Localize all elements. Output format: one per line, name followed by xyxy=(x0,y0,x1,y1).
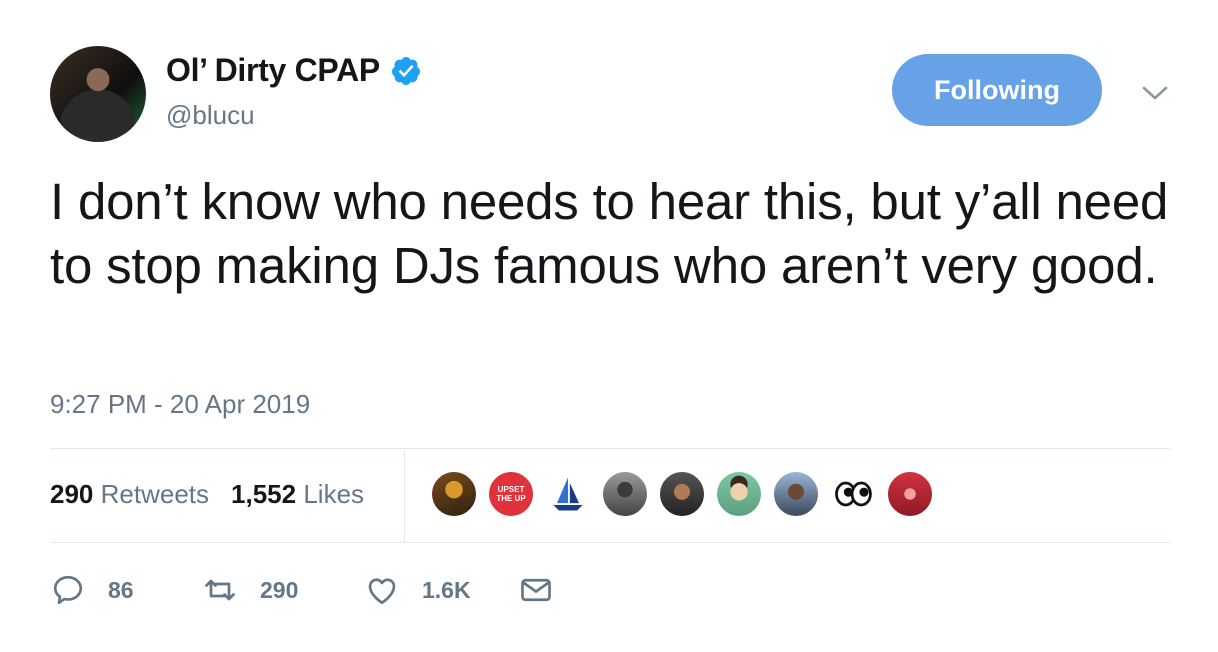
tweet-timestamp[interactable]: 9:27 PM - 20 Apr 2019 xyxy=(50,389,310,420)
retweets-stat[interactable]: 290 Retweets xyxy=(50,479,209,510)
divider-bottom xyxy=(50,542,1170,543)
likes-stat[interactable]: 1,552 Likes xyxy=(231,479,364,510)
tweet-text: I don’t know who needs to hear this, but… xyxy=(50,173,1169,294)
avatar-person-3[interactable] xyxy=(772,470,820,518)
verified-badge-icon xyxy=(391,56,420,85)
like-count: 1.6K xyxy=(422,576,471,603)
liker-avatars: UPSET THE UP xyxy=(430,470,943,518)
avatar-person-2[interactable] xyxy=(658,470,706,518)
tweet-actions: 86 290 1.6K xyxy=(50,570,554,610)
retweet-count: 290 xyxy=(260,576,299,603)
sailboat-icon xyxy=(553,477,583,511)
avatar-upset-the-up-logo[interactable]: UPSET THE UP xyxy=(487,470,535,518)
user-handle[interactable]: @blucu xyxy=(166,100,255,131)
divider-top xyxy=(50,448,1170,449)
envelope-icon xyxy=(521,578,551,602)
avatar-eyes[interactable] xyxy=(829,470,877,518)
name-row: Ol’ Dirty CPAP xyxy=(166,52,422,89)
display-name[interactable]: Ol’ Dirty CPAP xyxy=(166,52,380,89)
avatar-person-1[interactable] xyxy=(601,470,649,518)
upset-logo-text: UPSET THE UP xyxy=(496,485,526,503)
chevron-down-icon[interactable] xyxy=(1140,82,1170,104)
like-button[interactable]: 1.6K xyxy=(364,572,518,608)
likes-label: Likes xyxy=(303,479,365,509)
direct-message-button[interactable] xyxy=(518,572,554,608)
stats-divider xyxy=(404,450,405,542)
retweet-button[interactable]: 290 xyxy=(202,572,364,608)
reply-button[interactable]: 86 xyxy=(50,572,202,608)
avatar-red-logo[interactable] xyxy=(886,470,934,518)
heart-icon xyxy=(368,578,396,605)
avatar-crowd[interactable] xyxy=(430,470,478,518)
tweet-stats: 290 Retweets 1,552 Likes xyxy=(50,479,386,510)
avatar-sailboat-logo[interactable] xyxy=(544,470,592,518)
reply-count: 86 xyxy=(108,576,134,603)
reply-icon xyxy=(53,575,83,605)
following-button[interactable]: Following xyxy=(892,54,1102,126)
profile-avatar[interactable] xyxy=(50,46,146,142)
likes-count: 1,552 xyxy=(231,479,297,509)
retweet-icon xyxy=(205,579,235,601)
retweets-label: Retweets xyxy=(100,479,210,509)
avatar-cartoon-face[interactable] xyxy=(715,470,763,518)
eyes-icon xyxy=(835,481,872,507)
retweets-count: 290 xyxy=(50,479,94,509)
